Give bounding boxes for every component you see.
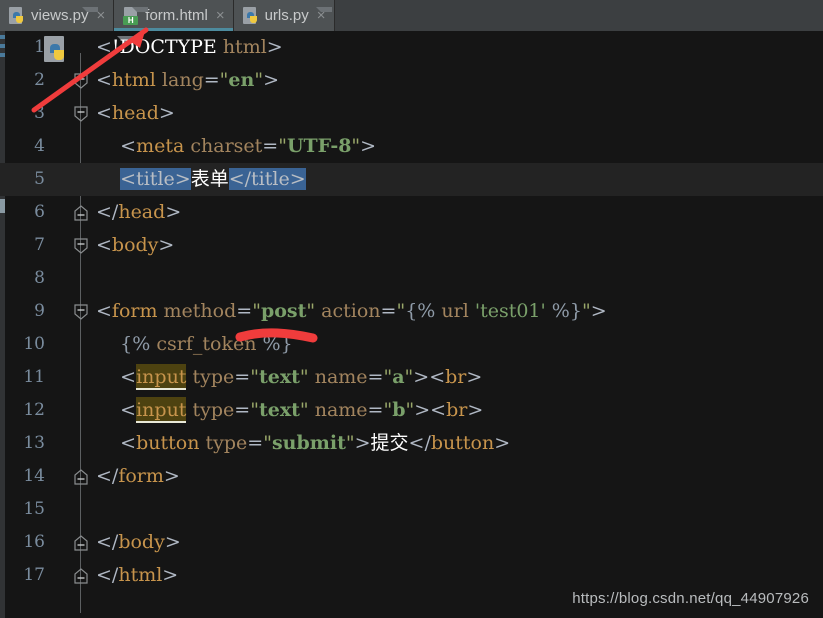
- tab-form-html[interactable]: H form.html ×: [114, 0, 234, 31]
- code-line[interactable]: 6 </head>: [0, 196, 823, 229]
- line-number: 9: [34, 301, 45, 321]
- code-text: {% csrf_token %}: [120, 333, 293, 355]
- line-number: 5: [34, 169, 45, 189]
- code-line[interactable]: 13 <button type="submit">提交</button>: [0, 427, 823, 460]
- code-line[interactable]: 15: [0, 493, 823, 526]
- code-line[interactable]: 2 <html lang="en">: [0, 64, 823, 97]
- code-text: </head>: [96, 201, 182, 223]
- line-number: 14: [23, 466, 45, 486]
- code-editor[interactable]: 1 <!DOCTYPE html> 2 <html lang="en"> 3 <…: [0, 31, 823, 618]
- line-number: 17: [23, 565, 45, 585]
- line-number: 6: [34, 202, 45, 222]
- code-line[interactable]: 8: [0, 262, 823, 295]
- line-number: 7: [34, 235, 45, 255]
- close-icon[interactable]: ×: [216, 8, 225, 23]
- line-number: 12: [23, 400, 45, 420]
- watermark-text: https://blog.csdn.net/qq_44907926: [572, 590, 809, 607]
- line-number: 1: [34, 37, 45, 57]
- code-text: </body>: [96, 531, 181, 553]
- code-line[interactable]: 16 </body>: [0, 526, 823, 559]
- fold-toggle-icon[interactable]: [73, 469, 89, 485]
- code-text: <button type="submit">提交</button>: [120, 432, 511, 454]
- code-line[interactable]: 7 <body>: [0, 229, 823, 262]
- code-line[interactable]: 12 <input type="text" name="b"><br>: [0, 394, 823, 427]
- code-text: <meta charset="UTF-8">: [120, 135, 377, 157]
- python-file-icon: [242, 6, 332, 25]
- code-line[interactable]: 1 <!DOCTYPE html>: [0, 31, 823, 64]
- code-line-current[interactable]: 5 <title>表单</title>: [0, 163, 823, 196]
- code-text: </html>: [96, 564, 179, 586]
- code-text: <input type="text" name="b"><br>: [120, 397, 484, 423]
- code-text: <title>表单</title>: [120, 168, 306, 190]
- python-file-icon: [9, 6, 98, 25]
- line-number: 2: [34, 70, 45, 90]
- code-line[interactable]: 3 <head>: [0, 97, 823, 130]
- editor-window: views.py × H form.html × urls.py × 1 <!D…: [0, 0, 823, 618]
- line-number: 13: [23, 433, 45, 453]
- code-line[interactable]: 14 </form>: [0, 460, 823, 493]
- line-number: 8: [34, 268, 45, 288]
- code-text: <!DOCTYPE html>: [96, 36, 283, 58]
- html-file-icon: H: [123, 6, 149, 25]
- tab-views-py[interactable]: views.py ×: [0, 0, 115, 31]
- code-line[interactable]: 9 <form method="post" action="{% url 'te…: [0, 295, 823, 328]
- tab-label: urls.py: [264, 7, 309, 24]
- fold-toggle-icon[interactable]: [73, 304, 89, 320]
- code-text: <html lang="en">: [96, 69, 279, 91]
- code-line[interactable]: 4 <meta charset="UTF-8">: [0, 130, 823, 163]
- code-text: </form>: [96, 465, 180, 487]
- code-text: <input type="text" name="a"><br>: [120, 364, 483, 390]
- line-number: 4: [34, 136, 45, 156]
- fold-toggle-icon[interactable]: [73, 106, 89, 122]
- code-line[interactable]: 10 {% csrf_token %}: [0, 328, 823, 361]
- fold-toggle-icon[interactable]: [73, 568, 89, 584]
- code-line[interactable]: 11 <input type="text" name="a"><br>: [0, 361, 823, 394]
- line-number: 16: [23, 532, 45, 552]
- code-text: <body>: [96, 234, 175, 256]
- code-text: <head>: [96, 102, 175, 124]
- line-number: 3: [34, 103, 45, 123]
- line-number: 10: [23, 334, 45, 354]
- fold-toggle-icon[interactable]: [73, 238, 89, 254]
- code-text: <form method="post" action="{% url 'test…: [96, 300, 607, 322]
- line-number: 11: [23, 367, 45, 387]
- fold-toggle-icon[interactable]: [73, 535, 89, 551]
- tab-label: form.html: [145, 7, 208, 24]
- code-lines: 1 <!DOCTYPE html> 2 <html lang="en"> 3 <…: [0, 31, 823, 592]
- tab-label: views.py: [31, 7, 89, 24]
- tab-bar-empty-area: [334, 0, 823, 31]
- editor-tab-bar: views.py × H form.html × urls.py ×: [0, 0, 823, 31]
- tab-urls-py[interactable]: urls.py ×: [233, 0, 335, 31]
- line-number: 15: [23, 499, 45, 519]
- fold-toggle-icon[interactable]: [73, 73, 89, 89]
- code-line[interactable]: 17 </html>: [0, 559, 823, 592]
- fold-toggle-icon[interactable]: [73, 205, 89, 221]
